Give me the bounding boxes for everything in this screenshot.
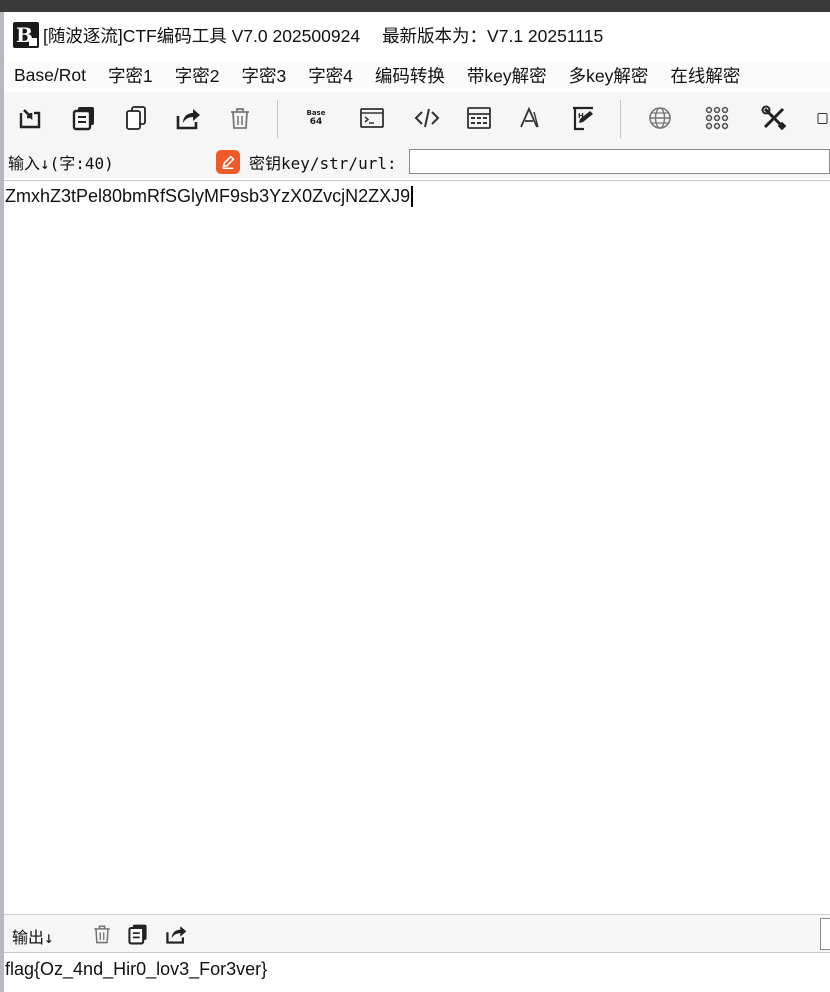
grid-icon[interactable]: [701, 102, 733, 134]
menu-base-rot[interactable]: Base/Rot: [14, 65, 86, 86]
title-bar[interactable]: B [随波逐流]CTF编码工具 V7.0 202500924 最新版本为：V7.…: [4, 12, 830, 58]
app-window: B [随波逐流]CTF编码工具 V7.0 202500924 最新版本为：V7.…: [4, 12, 830, 992]
menu-key-decrypt[interactable]: 带key解密: [467, 63, 547, 88]
output-value: flag{Oz_4nd_Hir0_lov3_For3ver}: [5, 959, 268, 979]
menu-bar: Base/Rot 字密1 字密2 字密3 字密4 编码转换 带key解密 多ke…: [4, 62, 830, 88]
input-textarea[interactable]: ZmxhZ3tPel80bmRfSGlyMF9sb3YzX0ZvcjN2ZXJ9: [4, 180, 830, 914]
tools-icon[interactable]: [758, 102, 790, 134]
output-trash-icon[interactable]: [88, 920, 116, 948]
hex-editor-icon[interactable]: H: [567, 102, 599, 134]
globe-icon[interactable]: [644, 102, 676, 134]
key-input[interactable]: [409, 149, 830, 174]
copy-icon[interactable]: [68, 102, 100, 134]
output-label: 输出↓: [12, 928, 54, 947]
latest-version-text: 最新版本为：V7.1 20251115: [382, 25, 604, 46]
svg-text:H: H: [578, 112, 584, 120]
base64-icon[interactable]: Base 64: [300, 102, 332, 134]
menu-zimi2[interactable]: 字密2: [175, 63, 220, 88]
output-textarea[interactable]: flag{Oz_4nd_Hir0_lov3_For3ver}: [4, 952, 830, 992]
menu-encoding-convert[interactable]: 编码转换: [375, 63, 445, 88]
import-icon[interactable]: [14, 102, 46, 134]
output-share-icon[interactable]: [162, 920, 190, 948]
menu-zimi4[interactable]: 字密4: [308, 63, 353, 88]
desktop-top-edge: [0, 0, 830, 12]
window-title: [随波逐流]CTF编码工具 V7.0 202500924: [43, 25, 361, 46]
calculator-icon[interactable]: [463, 102, 495, 134]
output-copy-icon[interactable]: [124, 920, 152, 948]
terminal-icon[interactable]: [356, 102, 388, 134]
share-icon[interactable]: [172, 102, 204, 134]
input-text-line: ZmxhZ3tPel80bmRfSGlyMF9sb3YzX0ZvcjN2ZXJ9: [5, 186, 414, 207]
paste-icon[interactable]: [120, 102, 152, 134]
menu-online-decrypt[interactable]: 在线解密: [670, 63, 740, 88]
output-side-field[interactable]: [820, 918, 830, 950]
font-icon[interactable]: [514, 102, 546, 134]
menu-multikey-decrypt[interactable]: 多key解密: [569, 63, 649, 88]
app-logo-icon: B: [13, 22, 39, 48]
input-header: 输入↓(字:40) 密钥key/str/url:: [4, 144, 830, 178]
pencil-icon[interactable]: [216, 150, 240, 174]
key-label: 密钥key/str/url:: [249, 154, 397, 173]
code-icon[interactable]: [411, 102, 443, 134]
input-value: ZmxhZ3tPel80bmRfSGlyMF9sb3YzX0ZvcjN2ZXJ9: [5, 186, 411, 206]
toolbar-separator: [277, 100, 278, 138]
menu-zimi3[interactable]: 字密3: [241, 63, 286, 88]
output-header: 输出↓: [4, 914, 830, 952]
menu-zimi1[interactable]: 字密1: [108, 63, 153, 88]
input-label: 输入↓(字:40): [8, 154, 114, 173]
text-caret: [411, 186, 414, 207]
toolbar-separator: [620, 100, 621, 138]
toolbar: Base 64 H: [4, 92, 830, 144]
clipboard-icon[interactable]: [816, 102, 830, 134]
trash-icon[interactable]: [224, 102, 256, 134]
